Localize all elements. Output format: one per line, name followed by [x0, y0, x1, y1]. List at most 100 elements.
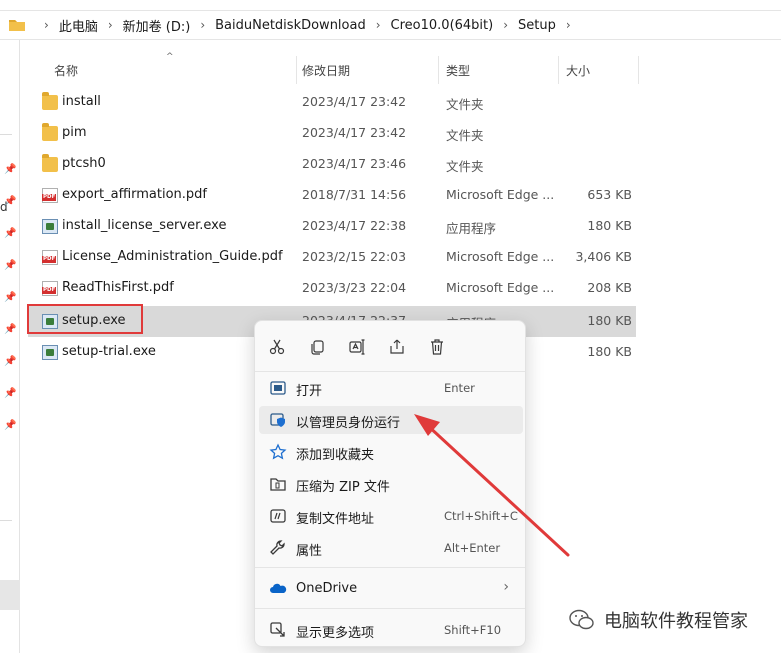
column-divider[interactable]	[438, 56, 439, 84]
address-bar[interactable]: › 此电脑 › 新加卷 (D:) › BaiduNetdiskDownload › C…	[0, 10, 781, 40]
menu-item-copy-path[interactable]: 复制文件地址 Ctrl+Shift+C	[259, 502, 523, 530]
pdf-icon	[42, 250, 58, 265]
file-type: 文件夹	[446, 128, 484, 143]
breadcrumb-item[interactable]: Setup ›	[518, 18, 581, 33]
file-type: Microsoft Edge ...	[446, 249, 555, 264]
annotation-highlight-box	[27, 304, 143, 334]
column-divider[interactable]	[638, 56, 639, 84]
file-type: 应用程序	[446, 221, 497, 236]
file-row[interactable]: License_Administration_Guide.pdf 2023/2/…	[28, 242, 636, 273]
file-size: 180 KB	[587, 344, 632, 359]
file-size: 208 KB	[587, 280, 632, 295]
file-size: 653 KB	[587, 187, 632, 202]
chevron-right-icon: ›	[503, 579, 509, 595]
share-icon[interactable]	[383, 333, 411, 361]
menu-separator	[255, 608, 525, 609]
folder-icon	[9, 20, 25, 31]
pdf-icon	[42, 188, 58, 203]
pin-icon: 📌	[4, 260, 17, 271]
pin-icon: 📌	[4, 292, 17, 303]
pin-icon: 📌	[4, 420, 17, 431]
file-name: ptcsh0	[62, 156, 106, 171]
cloud-icon	[270, 583, 287, 593]
column-header-type[interactable]: 类型	[446, 62, 470, 79]
menu-item-add-favorites[interactable]: 添加到收藏夹	[259, 438, 523, 466]
exe-icon	[42, 219, 58, 234]
file-row[interactable]: install_license_server.exe 2023/4/17 22:…	[28, 211, 636, 242]
file-date: 2023/4/17 23:42	[302, 94, 407, 109]
column-header-date[interactable]: 修改日期	[302, 62, 350, 79]
star-icon	[269, 443, 287, 460]
breadcrumb-item[interactable]: 此电脑 ›	[59, 16, 123, 35]
chevron-right-icon[interactable]: ›	[200, 18, 205, 32]
cut-icon[interactable]	[263, 333, 291, 361]
chevron-right-icon[interactable]: ›	[503, 18, 508, 32]
more-options-icon	[270, 622, 285, 637]
column-header-name[interactable]: 名称	[54, 62, 78, 79]
context-menu: 打开 Enter 以管理员身份运行 添加到收藏夹 压缩为 ZIP 文件 复制文件…	[254, 320, 526, 647]
menu-item-more-options[interactable]: 显示更多选项 Shift+F10	[259, 616, 523, 644]
folder-icon	[42, 154, 58, 172]
folder-icon	[42, 92, 58, 110]
file-name: pim	[62, 125, 87, 140]
file-row[interactable]: ReadThisFirst.pdf 2023/3/23 22:04 Micros…	[28, 273, 636, 304]
file-row[interactable]: pim 2023/4/17 23:42 文件夹	[28, 118, 636, 149]
pin-icon: 📌	[4, 164, 17, 175]
file-date: 2018/7/31 14:56	[302, 187, 407, 202]
chevron-right-icon[interactable]: ›	[108, 18, 113, 32]
file-date: 2023/2/15 22:03	[302, 249, 407, 264]
pin-icon: 📌	[4, 388, 17, 399]
column-header-row: ^ 名称 修改日期 类型 大小	[20, 52, 640, 84]
column-divider[interactable]	[558, 56, 559, 84]
watermark-text: 电脑软件教程管家	[604, 611, 748, 632]
chevron-right-icon: ›	[44, 18, 49, 32]
file-type: 文件夹	[446, 159, 484, 174]
file-row[interactable]: install 2023/4/17 23:42 文件夹	[28, 87, 636, 118]
pin-icon: 📌	[4, 228, 17, 239]
file-row[interactable]: ptcsh0 2023/4/17 23:46 文件夹	[28, 149, 636, 180]
chevron-right-icon[interactable]: ›	[566, 18, 571, 32]
nav-item-selected[interactable]	[0, 580, 20, 610]
navigation-pane[interactable]: d 📌 📌 📌 📌 📌 📌 📌 📌 📌	[0, 40, 20, 653]
file-size: 3,406 KB	[575, 249, 632, 264]
watermark: 电脑软件教程管家	[568, 606, 748, 634]
sort-ascending-icon: ^	[166, 52, 174, 62]
file-name: License_Administration_Guide.pdf	[62, 249, 283, 264]
open-icon	[270, 381, 286, 395]
menu-item-compress-zip[interactable]: 压缩为 ZIP 文件	[259, 470, 523, 498]
file-type: Microsoft Edge ...	[446, 187, 555, 202]
file-size: 180 KB	[587, 313, 632, 328]
zip-icon	[270, 478, 286, 491]
menu-item-run-as-admin[interactable]: 以管理员身份运行	[259, 406, 523, 434]
menu-item-properties[interactable]: 属性 Alt+Enter	[259, 534, 523, 562]
pin-icon: 📌	[4, 324, 17, 335]
file-size: 180 KB	[587, 218, 632, 233]
breadcrumb-item[interactable]: 新加卷 (D:) ›	[123, 16, 215, 35]
copy-path-icon	[270, 509, 286, 523]
file-row[interactable]: export_affirmation.pdf 2018/7/31 14:56 M…	[28, 180, 636, 211]
column-header-size[interactable]: 大小	[566, 62, 590, 79]
breadcrumb-item[interactable]: Creo10.0(64bit) ›	[391, 18, 519, 33]
divider	[0, 134, 12, 135]
delete-icon[interactable]	[423, 333, 451, 361]
divider	[0, 520, 12, 521]
pin-icon: 📌	[4, 196, 17, 207]
file-name: ReadThisFirst.pdf	[62, 280, 174, 295]
menu-separator	[255, 567, 525, 568]
folder-icon	[42, 123, 58, 141]
copy-icon[interactable]	[303, 333, 331, 361]
file-type: Microsoft Edge ...	[446, 280, 555, 295]
chevron-right-icon[interactable]: ›	[376, 18, 381, 32]
file-date: 2023/4/17 23:42	[302, 125, 407, 140]
menu-item-onedrive[interactable]: OneDrive ›	[259, 575, 523, 603]
breadcrumb-item[interactable]: BaiduNetdiskDownload ›	[215, 18, 390, 33]
column-divider[interactable]	[296, 56, 297, 84]
pdf-icon	[42, 281, 58, 296]
file-date: 2023/4/17 23:46	[302, 156, 407, 171]
wechat-logo-icon	[569, 609, 594, 630]
file-type: 文件夹	[446, 97, 484, 112]
file-name: export_affirmation.pdf	[62, 187, 208, 202]
file-name: install	[62, 94, 101, 109]
menu-item-open[interactable]: 打开 Enter	[259, 374, 523, 402]
rename-icon[interactable]	[343, 333, 371, 361]
